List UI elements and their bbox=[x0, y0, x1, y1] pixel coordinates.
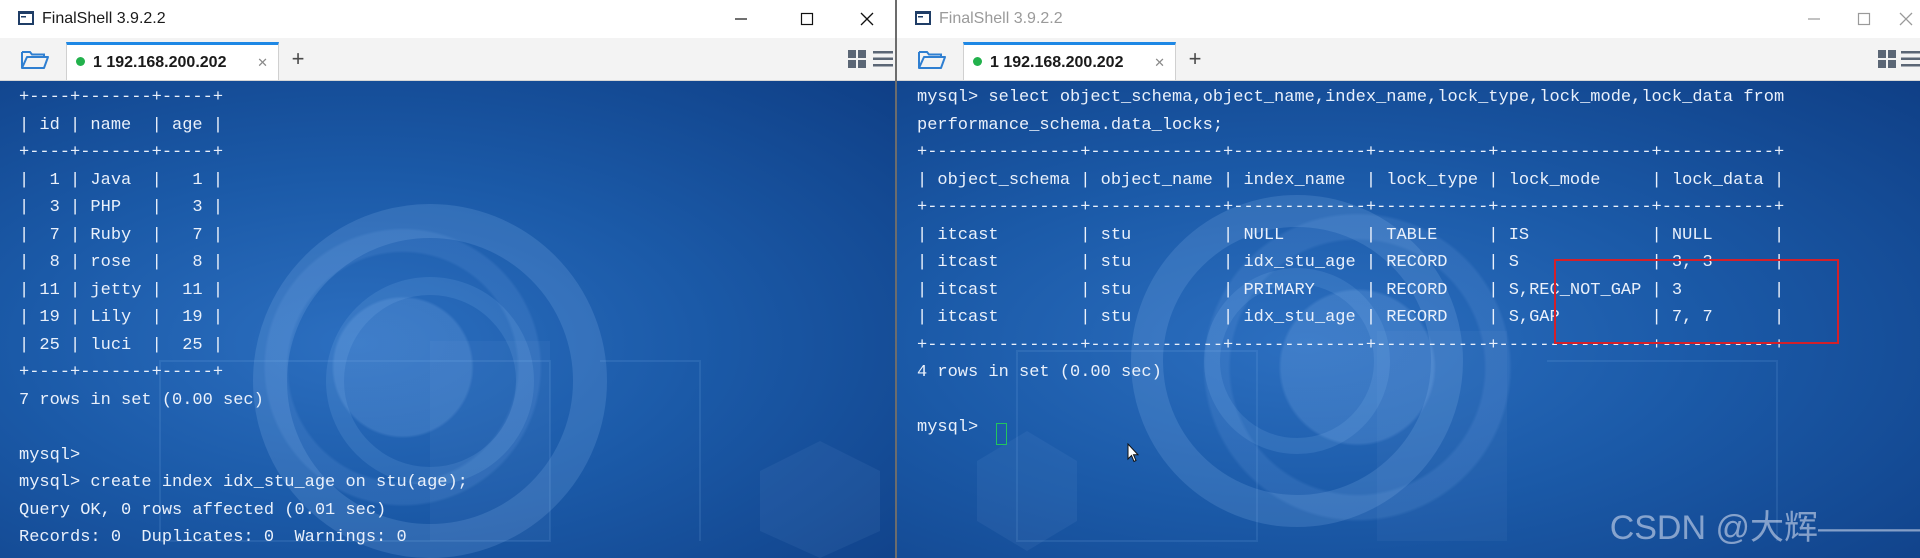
left-tabbar: 1 192.168.200.202 ✕ + bbox=[0, 38, 895, 81]
terminal-line: Records: 0 Duplicates: 0 Warnings: 0 bbox=[19, 528, 407, 547]
finalshell-app-icon bbox=[18, 11, 34, 25]
folder-button[interactable] bbox=[915, 46, 949, 72]
terminal-line: | 1 | Java | 1 | bbox=[19, 170, 224, 190]
tab-label: 1 192.168.200.202 bbox=[990, 54, 1124, 71]
terminal-line: +----+-------+-----+ bbox=[19, 143, 224, 162]
terminal-line: | id | name | age | bbox=[19, 115, 224, 135]
new-tab-plus-icon[interactable]: + bbox=[1183, 44, 1207, 74]
grid-layout-icon[interactable] bbox=[1878, 50, 1896, 68]
terminal-line: +---------------+-------------+---------… bbox=[917, 198, 1785, 217]
tab-close-icon[interactable]: ✕ bbox=[257, 45, 268, 80]
terminal-line: +----+-------+-----+ bbox=[19, 88, 224, 107]
terminal-line: performance_schema.data_locks; bbox=[917, 115, 1224, 135]
terminal-line: Query OK, 0 rows affected (0.01 sec) bbox=[19, 500, 387, 520]
minimize-icon bbox=[1808, 18, 1820, 20]
right-finalshell-window: FinalShell 3.9.2.2 1 192.168.200.202 ✕ + bbox=[897, 0, 1920, 558]
terminal-line: 4 rows in set (0.00 sec) bbox=[917, 363, 1162, 382]
terminal-line: mysql> bbox=[19, 445, 81, 465]
close-icon bbox=[860, 12, 874, 26]
folder-open-icon bbox=[918, 51, 946, 69]
terminal-output: +----+-------+-----+ | id | name | age |… bbox=[19, 84, 468, 552]
terminal-line: mysql> bbox=[917, 418, 989, 437]
close-button[interactable] bbox=[838, 0, 895, 38]
minimize-button[interactable] bbox=[712, 0, 770, 38]
minimize-icon bbox=[735, 18, 747, 20]
terminal-line: | 3 | PHP | 3 | bbox=[19, 198, 224, 217]
terminal-line: | itcast | stu | NULL | TABLE | IS | NUL… bbox=[917, 225, 1785, 245]
folder-button[interactable] bbox=[18, 46, 52, 72]
finalshell-app-icon bbox=[915, 11, 931, 25]
right-titlebar: FinalShell 3.9.2.2 bbox=[897, 0, 1920, 38]
close-button[interactable] bbox=[1877, 0, 1920, 38]
right-tabbar: 1 192.168.200.202 ✕ + bbox=[897, 38, 1920, 81]
mouse-pointer-icon bbox=[1127, 443, 1139, 463]
tab-close-icon[interactable]: ✕ bbox=[1154, 45, 1165, 80]
maximize-button[interactable] bbox=[778, 0, 836, 38]
terminal-line: 7 rows in set (0.00 sec) bbox=[19, 390, 264, 410]
tab-label: 1 192.168.200.202 bbox=[93, 54, 227, 71]
terminal-cursor bbox=[996, 423, 1007, 445]
connected-status-dot bbox=[973, 57, 982, 66]
connected-status-dot bbox=[76, 57, 85, 66]
folder-open-icon bbox=[21, 51, 49, 69]
close-icon bbox=[1899, 12, 1913, 26]
new-tab-plus-icon[interactable]: + bbox=[286, 44, 310, 74]
grid-layout-icon[interactable] bbox=[848, 50, 866, 68]
session-tab[interactable]: 1 192.168.200.202 ✕ bbox=[66, 42, 279, 80]
right-terminal[interactable]: mysql> select object_schema,object_name,… bbox=[897, 81, 1920, 558]
left-finalshell-window: FinalShell 3.9.2.2 1 192.168.200.202 ✕ + bbox=[0, 0, 897, 558]
csdn-watermark: CSDN @大辉——— bbox=[1609, 509, 1920, 547]
left-titlebar: FinalShell 3.9.2.2 bbox=[0, 0, 895, 38]
terminal-line: +---------------+-------------+---------… bbox=[917, 143, 1785, 162]
lock-mode-highlight-box bbox=[1554, 259, 1839, 344]
hamburger-menu-icon[interactable] bbox=[1901, 50, 1920, 68]
terminal-line: | 11 | jetty | 11 | bbox=[19, 280, 224, 300]
terminal-line: | 25 | luci | 25 | bbox=[19, 335, 224, 355]
terminal-line: | 8 | rose | 8 | bbox=[19, 253, 224, 272]
terminal-line: | 7 | Ruby | 7 | bbox=[19, 225, 224, 245]
terminal-line: | 19 | Lily | 19 | bbox=[19, 308, 224, 327]
session-tab[interactable]: 1 192.168.200.202 ✕ bbox=[963, 42, 1176, 80]
maximize-icon bbox=[800, 12, 814, 26]
left-terminal[interactable]: +----+-------+-----+ | id | name | age |… bbox=[0, 81, 895, 558]
hamburger-menu-icon[interactable] bbox=[873, 50, 893, 68]
maximize-icon bbox=[1857, 12, 1871, 26]
terminal-line: mysql> create index idx_stu_age on stu(a… bbox=[19, 473, 468, 492]
terminal-line: +----+-------+-----+ bbox=[19, 363, 224, 382]
terminal-line: mysql> select object_schema,object_name,… bbox=[917, 88, 1785, 107]
terminal-line: | object_schema | object_name | index_na… bbox=[917, 170, 1785, 190]
window-title: FinalShell 3.9.2.2 bbox=[42, 10, 166, 27]
window-title: FinalShell 3.9.2.2 bbox=[939, 10, 1063, 27]
